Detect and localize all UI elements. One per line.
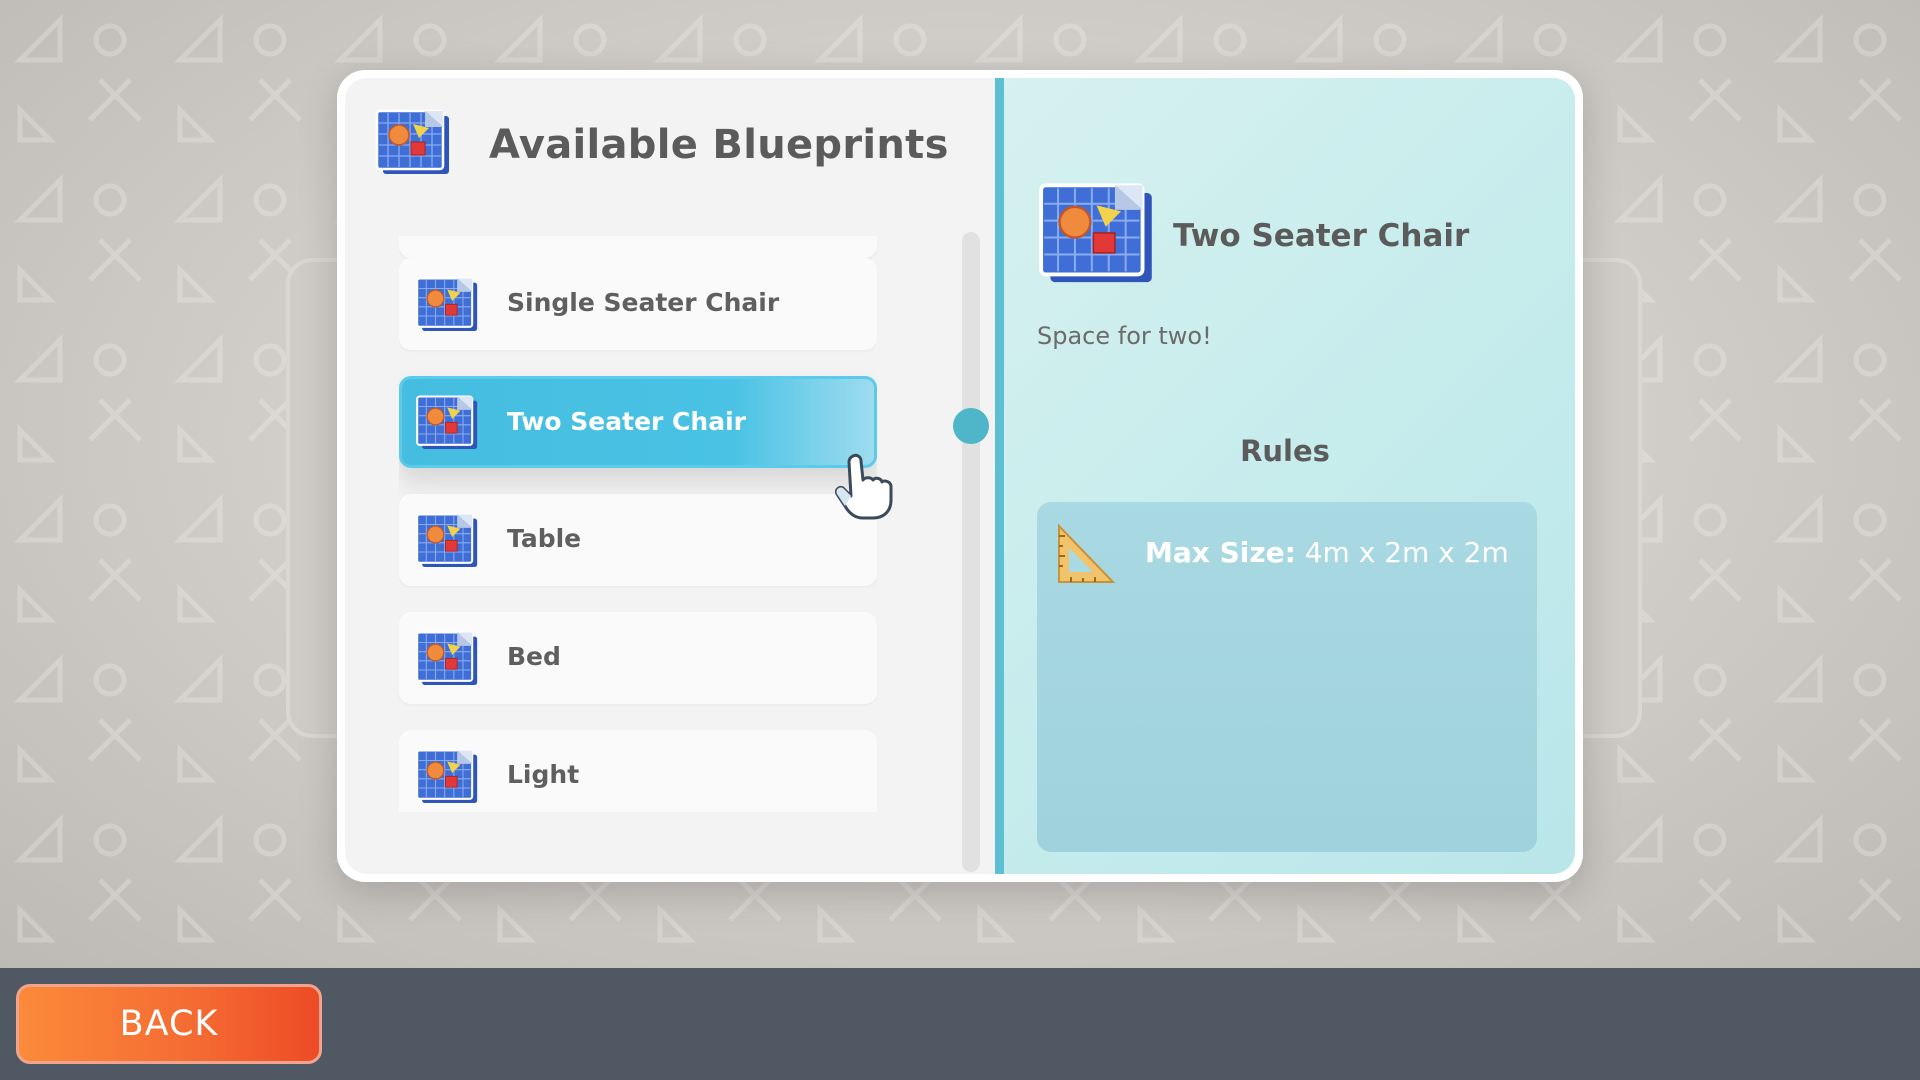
list-item-two-seater-chair[interactable]: Two Seater Chair bbox=[399, 376, 877, 468]
blueprint-icon bbox=[413, 748, 483, 808]
blueprint-icon bbox=[413, 276, 483, 336]
rule-text: Max Size: 4m x 2m x 2m bbox=[1145, 536, 1509, 569]
list-item-label: Two Seater Chair bbox=[507, 407, 746, 436]
list-item-single-seater-chair[interactable]: Single Seater Chair bbox=[399, 258, 877, 350]
blueprint-icon bbox=[413, 394, 483, 454]
blueprint-detail-panel: Two Seater Chair Space for two! Rules Ma… bbox=[995, 78, 1575, 874]
blueprint-icon bbox=[373, 108, 455, 180]
rule-label: Max Size: bbox=[1145, 536, 1296, 569]
list-item-label: Single Seater Chair bbox=[507, 288, 780, 317]
back-button[interactable]: BACK bbox=[16, 984, 322, 1064]
panel-divider bbox=[995, 78, 1004, 874]
list-item-label: Table bbox=[507, 524, 582, 553]
list-item-light[interactable]: Light bbox=[399, 730, 877, 812]
detail-description: Space for two! bbox=[1037, 322, 1212, 350]
blueprints-dialog: Available Blueprints Single Seater Chair… bbox=[337, 70, 1583, 882]
blueprint-list[interactable]: Single Seater Chair Two Seater Chair Tab… bbox=[399, 236, 877, 812]
list-item bbox=[399, 236, 877, 258]
rules-box: Max Size: 4m x 2m x 2m bbox=[1037, 502, 1537, 852]
detail-title: Two Seater Chair bbox=[1173, 218, 1470, 254]
list-item-label: Bed bbox=[507, 642, 561, 671]
rules-heading: Rules bbox=[1240, 434, 1330, 468]
list-item-bed[interactable]: Bed bbox=[399, 612, 877, 704]
rule-value: 4m x 2m x 2m bbox=[1304, 536, 1509, 569]
blueprint-icon bbox=[413, 630, 483, 690]
rule-max-size: Max Size: 4m x 2m x 2m bbox=[1051, 522, 1531, 586]
scrollbar-thumb[interactable] bbox=[953, 408, 989, 444]
list-item-table[interactable]: Table bbox=[399, 494, 877, 586]
list-item-label: Light bbox=[507, 760, 580, 789]
ruler-triangle-icon bbox=[1058, 523, 1116, 583]
blueprint-icon bbox=[1035, 180, 1161, 292]
page-title: Available Blueprints bbox=[489, 122, 949, 168]
hand-cursor-icon bbox=[835, 453, 893, 520]
blueprint-list-panel: Available Blueprints Single Seater Chair… bbox=[345, 78, 995, 874]
blueprint-icon bbox=[413, 512, 483, 572]
scrollbar-track[interactable] bbox=[962, 232, 980, 872]
